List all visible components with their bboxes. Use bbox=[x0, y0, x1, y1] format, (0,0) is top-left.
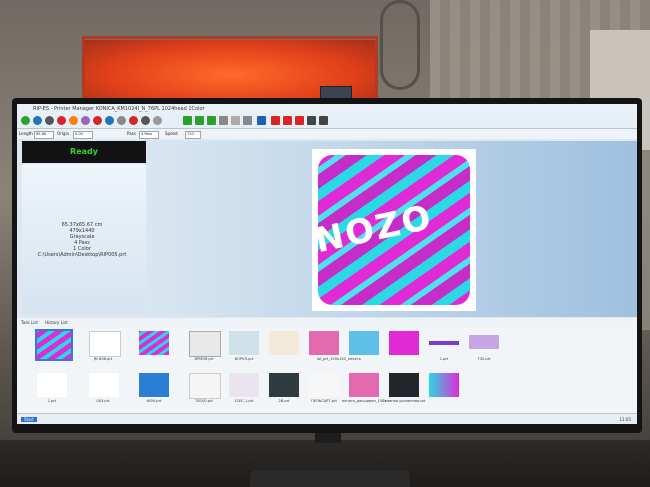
thumb-caption: 1.prt bbox=[439, 357, 449, 361]
thumb-caption: 11ЕС.1.prt bbox=[234, 399, 254, 403]
origin-value: 0.00 bbox=[75, 132, 83, 136]
thumb-caption: ФОН.prt bbox=[146, 399, 162, 403]
options-bar: Length 65.66 Origin 0.00 Pass 4 Pass Spe… bbox=[17, 129, 637, 139]
arrow-up-icon[interactable] bbox=[183, 116, 192, 125]
thumb-15[interactable] bbox=[229, 373, 259, 397]
print-icon[interactable] bbox=[81, 116, 90, 125]
thumb-caption: JM 808.prt bbox=[93, 357, 113, 361]
thumb-8[interactable] bbox=[389, 331, 419, 355]
tab-task-list[interactable]: Task List bbox=[21, 320, 38, 325]
printer-icon[interactable] bbox=[243, 116, 252, 125]
thumb-17[interactable] bbox=[309, 373, 339, 397]
thumb-caption: lol_prt_150x150_печать bbox=[317, 357, 361, 361]
image-info: 65.37x65.67 cm 479x1440 Grayscale 4 Pass… bbox=[27, 222, 137, 258]
origin-label: Origin bbox=[57, 131, 70, 136]
lock-icon-2[interactable] bbox=[283, 116, 292, 125]
speed-label: Speed bbox=[165, 131, 178, 136]
pipe bbox=[380, 0, 420, 90]
thumb-19[interactable] bbox=[389, 373, 419, 397]
thumb-13[interactable] bbox=[139, 373, 169, 397]
thumb-7[interactable] bbox=[349, 331, 379, 355]
thumb-3[interactable] bbox=[189, 331, 221, 357]
thumb-16[interactable] bbox=[269, 373, 299, 397]
monitor-foot bbox=[250, 470, 410, 487]
thumb-11[interactable] bbox=[37, 373, 67, 397]
flag-icon[interactable] bbox=[219, 116, 228, 125]
stop-icon[interactable] bbox=[57, 116, 66, 125]
layout-icon[interactable] bbox=[231, 116, 240, 125]
thumb-caption: 732.prt bbox=[477, 357, 491, 361]
tab-history-list[interactable]: History List bbox=[45, 320, 68, 325]
tool-icon[interactable] bbox=[153, 116, 162, 125]
close-icon[interactable] bbox=[319, 116, 328, 125]
windows-taskbar: Start 11:05 bbox=[17, 413, 637, 424]
taskbar-clock: 11:05 bbox=[619, 417, 631, 422]
thumb-18[interactable] bbox=[349, 373, 379, 397]
arrow-down-icon[interactable] bbox=[195, 116, 204, 125]
cancel-icon[interactable] bbox=[93, 116, 102, 125]
thumb-14[interactable] bbox=[189, 373, 221, 399]
zoom-icon[interactable] bbox=[257, 116, 266, 125]
status-ready: Ready bbox=[22, 141, 146, 163]
clean-icon[interactable] bbox=[129, 116, 138, 125]
thumb-6[interactable] bbox=[309, 331, 339, 355]
grid-icon[interactable] bbox=[307, 116, 316, 125]
thumb-caption: печать_расширен_150x150.prt bbox=[342, 399, 386, 403]
measure-icon[interactable] bbox=[141, 116, 150, 125]
arrow-up-icon-2[interactable] bbox=[207, 116, 216, 125]
thumb-caption: 7В100.prt bbox=[195, 399, 213, 403]
thumb-caption: BOPVЭ.prt bbox=[234, 357, 254, 361]
dpi-value: 720 bbox=[187, 132, 194, 136]
job-thumbnails: JM 808.prt ВРМЭЯ.prt BOPVЭ.prt lol_prt_1… bbox=[17, 327, 637, 413]
thumb-1[interactable] bbox=[89, 331, 121, 357]
length-label: Length bbox=[19, 131, 33, 136]
toolbar bbox=[17, 114, 637, 129]
thumb-9[interactable] bbox=[429, 341, 459, 345]
pause-icon[interactable] bbox=[69, 116, 78, 125]
window-title: RIP-ES - Printer Manager KONICA_KM1024I_… bbox=[33, 106, 205, 112]
preview-image[interactable]: NOZO bbox=[312, 149, 476, 311]
thumb-10[interactable] bbox=[469, 335, 499, 349]
thumb-5[interactable] bbox=[269, 331, 299, 355]
thumb-caption: 003.prt bbox=[96, 399, 110, 403]
thumb-nozo[interactable] bbox=[35, 329, 73, 361]
move-icon[interactable] bbox=[117, 116, 126, 125]
thumb-caption: 2В.prt bbox=[278, 399, 290, 403]
open-icon[interactable] bbox=[33, 116, 42, 125]
settings-icon[interactable] bbox=[45, 116, 54, 125]
start-button[interactable]: Start bbox=[21, 417, 37, 422]
info-path: C:\Users\Admin\Desktop\RIP005.prt bbox=[37, 252, 127, 258]
thumb-12[interactable] bbox=[89, 373, 119, 397]
thumb-20[interactable] bbox=[429, 373, 459, 397]
monitor-screen: RIP-ES - Printer Manager KONICA_KM1024I_… bbox=[17, 104, 637, 424]
lock-icon-3[interactable] bbox=[295, 116, 304, 125]
window-titlebar: RIP-ES - Printer Manager KONICA_KM1024I_… bbox=[17, 104, 637, 114]
thumb-caption: ВРМЭЯ.prt bbox=[194, 357, 214, 361]
thumb-caption: 1.prt bbox=[47, 399, 57, 403]
pass-label: Pass bbox=[127, 131, 136, 136]
lock-icon[interactable] bbox=[271, 116, 280, 125]
refresh-icon[interactable] bbox=[21, 116, 30, 125]
thumb-caption: Главная.усиленная.prt bbox=[382, 399, 426, 403]
thumb-4[interactable] bbox=[229, 331, 259, 355]
monitor-stand bbox=[315, 433, 341, 443]
list-tabs: Task List History List bbox=[17, 318, 637, 327]
head-icon[interactable] bbox=[105, 116, 114, 125]
thumb-caption: ПУЛЬСАР7.prt bbox=[311, 399, 337, 403]
thumb-2[interactable] bbox=[139, 331, 169, 355]
length-value: 65.66 bbox=[36, 132, 47, 136]
pass-value: 4 Pass bbox=[141, 132, 153, 136]
